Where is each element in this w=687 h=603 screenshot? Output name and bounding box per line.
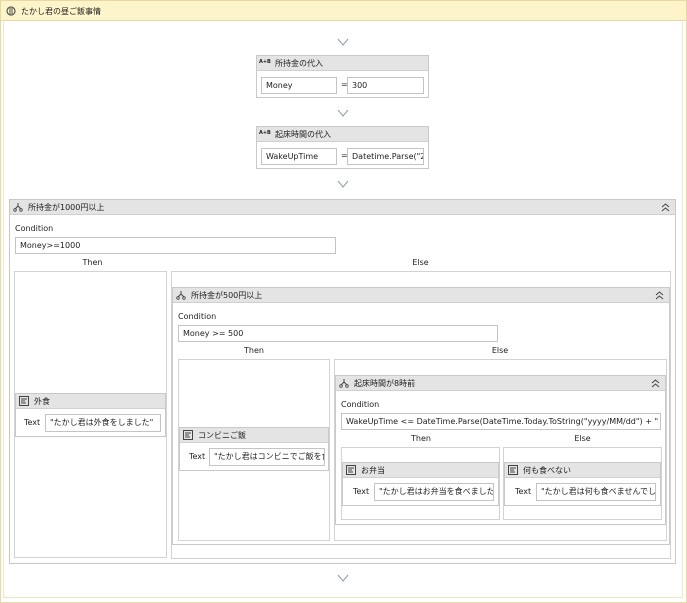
activity-header[interactable]: お弁当 [343,463,498,478]
else-label: Else [412,258,429,267]
else-branch[interactable]: 何も食べない Text "たかし君は何も食べませんでした [503,447,662,520]
assign-activity-header[interactable]: A+B 所持金の代入 [257,56,428,71]
then-label: Then [244,346,264,355]
condition-label: Condition [341,400,380,409]
if-activity-money-500[interactable]: 所持金が500円以上 Condition Money >= 500 Then E… [172,287,670,545]
collapse-icon[interactable] [655,291,664,300]
assign-icon: A+B [259,130,271,136]
condition-label: Condition [178,312,217,321]
text-field[interactable]: "たかし君はコンビニでご飯を食べ [209,448,325,466]
if-icon [339,378,349,388]
then-label: Then [411,434,431,443]
assign-icon: A+B [259,59,271,65]
activity-title: コンビニご飯 [198,431,246,440]
text-label: Text [189,452,206,461]
assign-activity-money[interactable]: A+B 所持金の代入 Money = 300 [256,55,429,98]
if-icon [13,202,23,212]
else-branch[interactable]: 起床時間が8時前 Condition WakeUpTime <= DateTim… [334,359,667,541]
then-branch[interactable]: お弁当 Text "たかし君はお弁当を食べました。 [341,447,500,520]
flow-arrow-icon [337,38,349,46]
flow-arrow-icon [337,109,349,117]
activity-title: 何も食べない [523,466,571,475]
collapse-icon[interactable] [661,203,670,212]
sequence-title: たかし君の昼ご飯事情 [21,7,101,16]
assign-to-field[interactable]: Money [261,77,337,94]
text-label: Text [515,487,532,496]
text-field[interactable]: "たかし君は外食をしました" [45,414,161,432]
activity-header[interactable]: コンビニご飯 [180,428,328,443]
then-label: Then [82,258,103,267]
assign-value-field[interactable]: 300 [347,77,424,94]
if-activity-money-1000[interactable]: 所持金が1000円以上 Condition Money>=1000 Then E… [9,199,676,564]
collapse-icon[interactable] [651,379,660,388]
activity-title: お弁当 [361,466,385,475]
assign-activity-header[interactable]: A+B 起床時間の代入 [257,127,428,142]
sequence-icon [6,6,16,16]
then-branch[interactable]: 外食 Text "たかし君は外食をしました" [14,271,167,558]
then-branch[interactable]: コンビニご飯 Text "たかし君はコンビニでご飯を食べ [178,359,330,541]
write-line-activity[interactable]: お弁当 Text "たかし君はお弁当を食べました。 [342,462,499,506]
text-label: Text [24,418,41,427]
write-line-icon [346,465,356,475]
if-activity-title: 所持金が1000円以上 [28,203,105,212]
flow-arrow-icon [337,180,349,188]
write-line-icon [19,396,29,406]
flow-arrow-icon [337,574,349,582]
write-line-activity[interactable]: 外食 Text "たかし君は外食をしました" [15,393,166,437]
condition-field[interactable]: Money>=1000 [15,237,336,254]
assign-value-field[interactable]: Datetime.Parse("20 [347,148,424,165]
assign-to-field[interactable]: WakeUpTime [261,148,337,165]
sequence-header[interactable]: たかし君の昼ご飯事情 [1,1,686,21]
text-label: Text [353,487,370,496]
if-activity-wakeup-8[interactable]: 起床時間が8時前 Condition WakeUpTime <= DateTim… [335,375,666,525]
else-label: Else [491,346,509,355]
write-line-icon [508,465,518,475]
if-activity-title: 起床時間が8時前 [354,379,416,388]
activity-header[interactable]: 何も食べない [505,463,660,478]
if-activity-title: 所持金が500円以上 [191,291,263,300]
assign-activity-title: 起床時間の代入 [275,130,331,139]
condition-field[interactable]: WakeUpTime <= DateTime.Parse(DateTime.To… [341,413,661,430]
else-branch[interactable]: 所持金が500円以上 Condition Money >= 500 Then E… [171,271,671,559]
assign-activity-wakeuptime[interactable]: A+B 起床時間の代入 WakeUpTime = Datetime.Parse(… [256,126,429,169]
if-activity-header[interactable]: 所持金が1000円以上 [10,200,675,215]
condition-label: Condition [15,224,54,233]
write-line-icon [183,430,193,440]
if-activity-header[interactable]: 起床時間が8時前 [336,376,665,391]
write-line-activity[interactable]: コンビニご飯 Text "たかし君はコンビニでご飯を食べ [179,427,329,471]
write-line-activity[interactable]: 何も食べない Text "たかし君は何も食べませんでした [504,462,661,506]
if-activity-header[interactable]: 所持金が500円以上 [173,288,669,303]
activity-title: 外食 [34,397,50,406]
else-label: Else [574,434,591,443]
activity-header[interactable]: 外食 [16,394,165,409]
assign-activity-title: 所持金の代入 [275,59,323,68]
condition-field[interactable]: Money >= 500 [178,325,498,342]
text-field[interactable]: "たかし君はお弁当を食べました。 [374,483,494,501]
text-field[interactable]: "たかし君は何も食べませんでした [536,483,656,501]
if-icon [176,290,186,300]
